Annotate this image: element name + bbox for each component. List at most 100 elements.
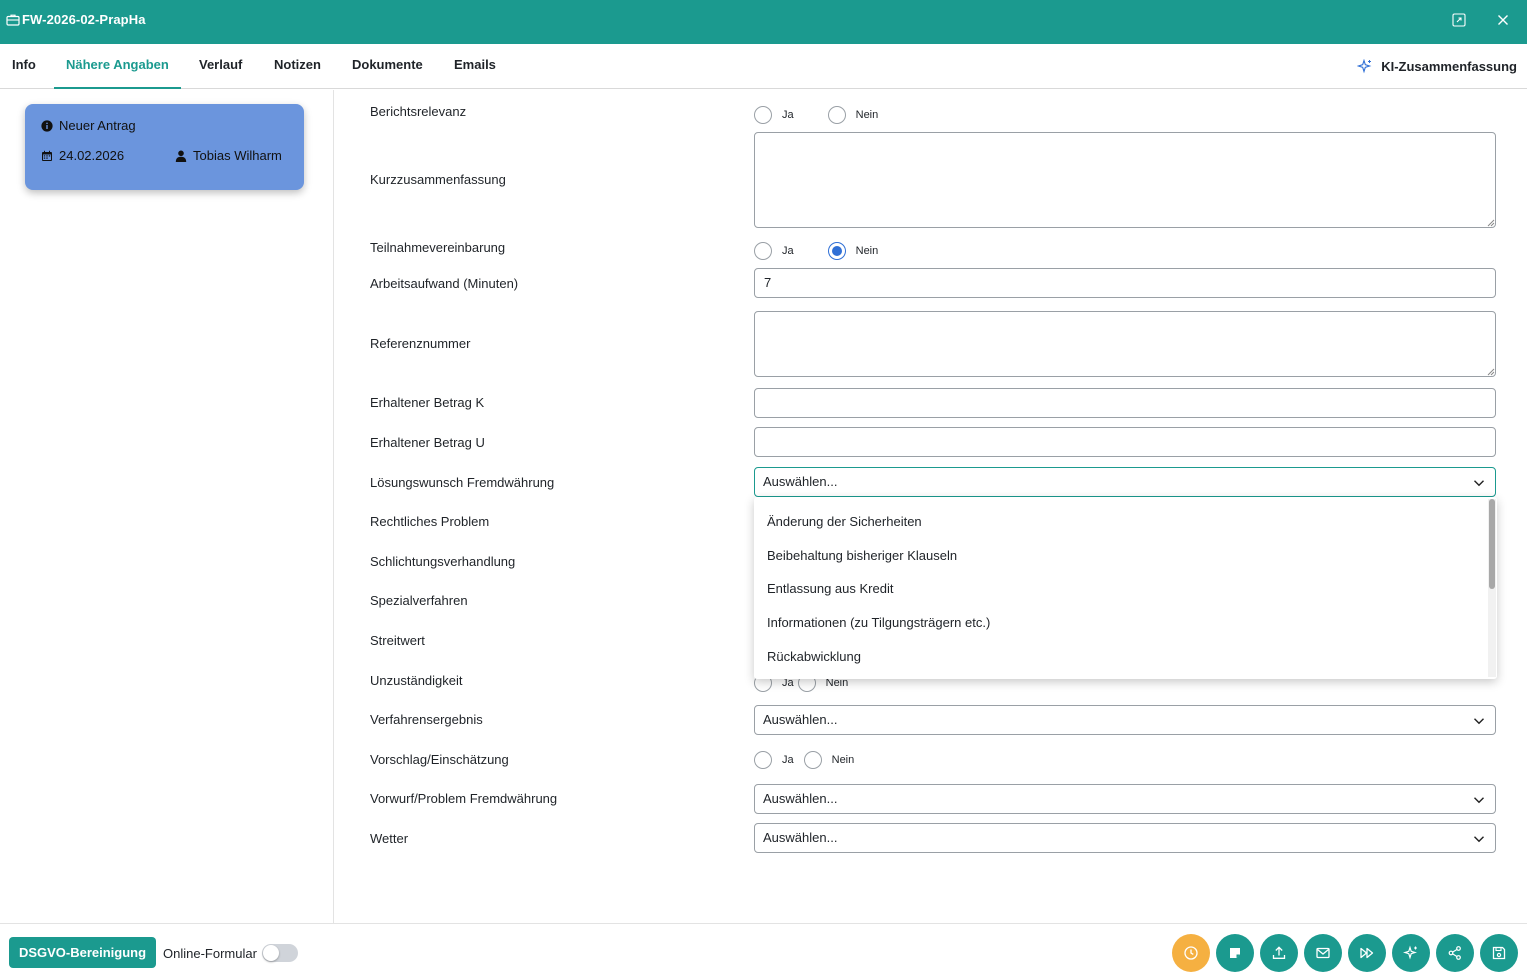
kurzzusammenfassung-textarea[interactable] [754,132,1496,228]
label-unzustaendigkeit: Unzuständigkeit [370,673,463,688]
label-wetter: Wetter [370,831,409,846]
label-berichtsrelevanz: Berichtsrelevanz [370,104,467,119]
window-title: FW-2026-02-PrapHa [22,12,146,27]
dsgvo-button[interactable]: DSGVO-Bereinigung [9,937,156,968]
radio-teilnahmevereinbarung-ja[interactable] [754,242,772,260]
radio-berichtsrelevanz-ja[interactable] [754,106,772,124]
label-verfahrensergebnis: Verfahrensergebnis [370,712,483,727]
vorwurf-placeholder: Auswählen... [763,791,838,806]
ki-summary-label: KI-Zusammenfassung [1381,59,1517,74]
close-button[interactable] [1494,11,1512,29]
online-form-label: Online-Formular [163,946,257,961]
tab-verlauf[interactable]: Verlauf [187,44,254,89]
vorwurf-select[interactable]: Auswählen... [754,784,1496,814]
referenznummer-textarea[interactable] [754,311,1496,377]
dropdown-option[interactable]: Informationen (zu Tilgungsträgern etc.) [767,615,990,630]
save-button[interactable] [1480,934,1518,972]
radio-label-nein: Nein [831,754,855,766]
radio-vorschlag-ja[interactable] [754,751,772,769]
label-betrag-u: Erhaltener Betrag U [370,435,485,450]
verfahrensergebnis-select[interactable]: Auswählen... [754,705,1496,735]
radio-teilnahmevereinbarung-nein[interactable] [827,242,846,260]
sparkle-icon [1403,945,1417,960]
label-loesungswunsch: Lösungswunsch Fremdwährung [370,475,555,490]
loesungswunsch-select[interactable]: Auswählen... [754,467,1496,497]
fast-forward-button[interactable] [1348,934,1386,972]
status-date: 24.02.2026 [59,148,125,163]
user-icon [175,150,187,162]
left-panel: Neuer Antrag 24.02.2026 Tobias Wilharm [0,90,334,923]
loesungswunsch-placeholder: Auswählen... [763,474,838,489]
verfahrensergebnis-placeholder: Auswählen... [763,712,838,727]
sparkle-icon [1357,58,1372,73]
status-text: Neuer Antrag [59,118,136,133]
tab-dokumente[interactable]: Dokumente [340,44,435,89]
note-button[interactable] [1216,934,1254,972]
ki-summary-button[interactable]: KI-Zusammenfassung [1357,44,1517,89]
radio-group-teilnahmevereinbarung: Ja Nein [754,242,878,260]
loesungswunsch-dropdown: Änderung der Sicherheiten Beibehaltung b… [754,497,1497,679]
tab-notizen[interactable]: Notizen [262,44,333,89]
upload-icon [1272,946,1286,959]
radio-label-ja: Ja [782,109,794,121]
clock-button[interactable] [1172,934,1210,972]
calendar-icon [42,150,52,161]
share-icon [1448,946,1461,960]
radio-berichtsrelevanz-nein[interactable] [827,106,846,124]
label-rechtliches-problem: Rechtliches Problem [370,514,490,529]
chevron-down-icon [1474,797,1484,804]
bottom-bar: DSGVO-Bereinigung Online-Formular [0,923,1527,975]
label-spezialverfahren: Spezialverfahren [370,593,468,608]
save-icon [1492,946,1506,960]
mail-icon [1316,947,1330,959]
wetter-select[interactable]: Auswählen... [754,823,1496,853]
radio-label-nein: Nein [855,245,879,257]
label-teilnahmevereinbarung: Teilnahmevereinbarung [370,240,506,255]
betrag-u-input[interactable] [754,427,1496,457]
label-betrag-k: Erhaltener Betrag K [370,395,485,410]
chevron-down-icon [1474,480,1484,487]
title-bar: FW-2026-02-PrapHa [0,0,1527,44]
expand-icon [1452,13,1466,27]
toggle-knob [263,945,279,961]
dropdown-option[interactable]: Beibehaltung bisheriger Klauseln [767,548,957,563]
tab-emails[interactable]: Emails [442,44,508,89]
radio-group-vorschlag: Ja Nein [754,751,854,769]
close-icon [1498,15,1508,25]
label-arbeitsaufwand: Arbeitsaufwand (Minuten) [370,276,519,291]
chevron-down-icon [1474,718,1484,725]
betrag-k-input[interactable] [754,388,1496,418]
radio-label-ja: Ja [782,754,794,766]
dropdown-option[interactable]: Rückabwicklung [767,649,861,664]
fast-forward-icon [1360,947,1374,959]
dropdown-option[interactable]: Änderung der Sicherheiten [767,514,922,529]
info-icon [41,119,53,132]
resize-grip-icon[interactable] [1487,368,1495,376]
chevron-down-icon [1474,836,1484,843]
arbeitsaufwand-input[interactable]: 7 [754,268,1496,298]
label-streitwert: Streitwert [370,633,425,648]
online-form-toggle[interactable] [262,944,298,962]
status-user: Tobias Wilharm [193,148,282,163]
tab-bar: Info Nähere Angaben Verlauf Notizen Doku… [0,44,1527,89]
share-button[interactable] [1436,934,1474,972]
label-vorschlag: Vorschlag/Einschätzung [370,752,509,767]
expand-button[interactable] [1450,11,1468,29]
dropdown-option[interactable]: Entlassung aus Kredit [767,581,893,596]
label-schlichtungsverhandlung: Schlichtungsverhandlung [370,554,516,569]
radio-vorschlag-nein[interactable] [803,751,822,769]
mail-button[interactable] [1304,934,1342,972]
ai-button[interactable] [1392,934,1430,972]
note-icon [1230,948,1240,958]
radio-label-ja: Ja [782,245,794,257]
tab-naehere-angaben[interactable]: Nähere Angaben [54,44,181,89]
wetter-placeholder: Auswählen... [763,830,838,845]
resize-grip-icon[interactable] [1487,219,1495,227]
radio-group-berichtsrelevanz: Ja Nein [754,106,878,124]
status-card: Neuer Antrag 24.02.2026 Tobias Wilharm [25,104,304,190]
tab-info[interactable]: Info [0,44,48,89]
label-kurzzusammenfassung: Kurzzusammenfassung [370,172,506,187]
dropdown-scrollbar-thumb[interactable] [1489,499,1495,589]
label-referenznummer: Referenznummer [370,336,471,351]
upload-button[interactable] [1260,934,1298,972]
